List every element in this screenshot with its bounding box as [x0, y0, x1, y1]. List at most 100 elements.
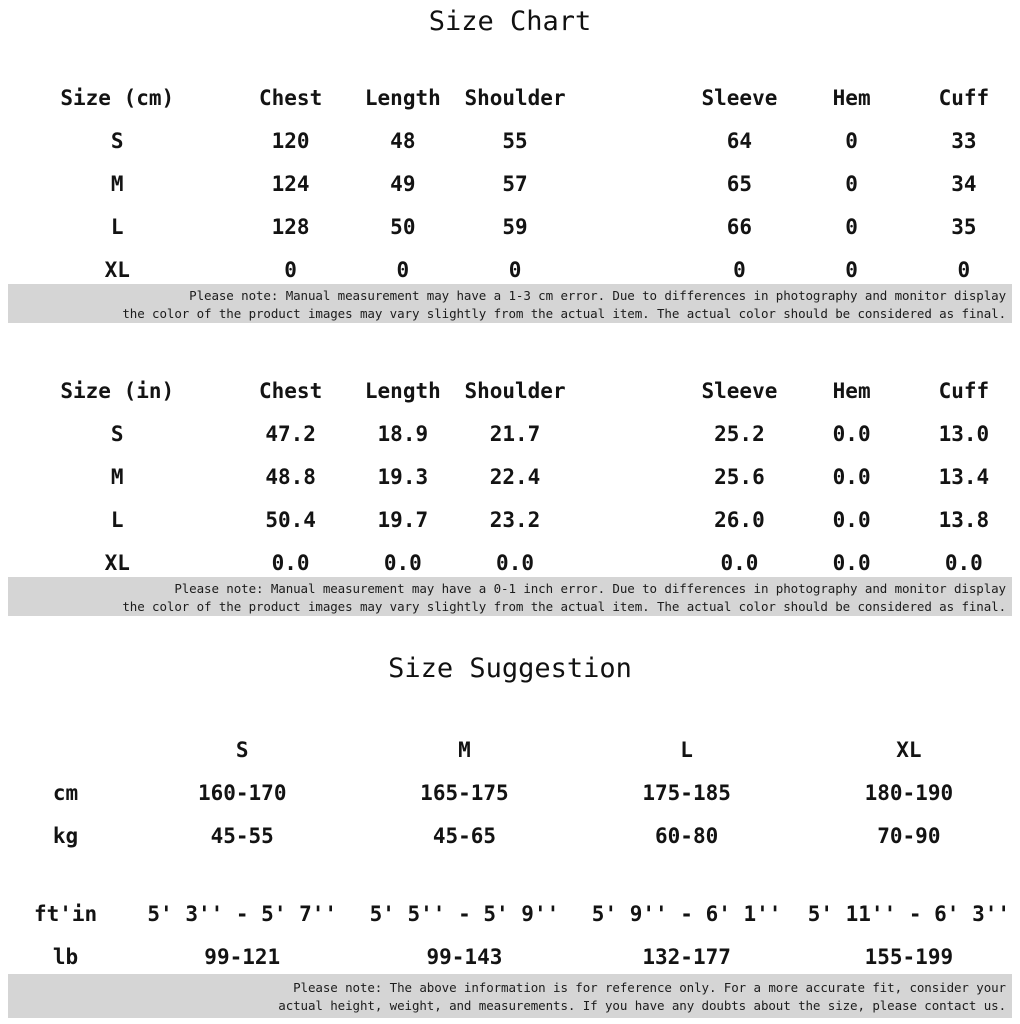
- column-header-cuff: Cuff: [938, 378, 990, 403]
- column-header-sleeve: Sleeve: [701, 85, 778, 110]
- size-chart-in-table: Size (in) Chest Length Shoulder Sleeve H…: [0, 369, 1020, 584]
- cell-spacer: [571, 119, 683, 162]
- cell-spacer: [571, 412, 683, 455]
- cell-shoulder: 59: [502, 214, 528, 239]
- table-row: S 47.2 18.9 21.7 25.2 0.0 13.0: [0, 412, 1020, 455]
- cell-size: M: [110, 464, 124, 489]
- cell-spacer: [571, 162, 683, 205]
- table-row: M 124 49 57 65 0 34: [0, 162, 1020, 205]
- cell-sleeve: 66: [726, 214, 753, 239]
- column-header-chest: Chest: [259, 85, 323, 110]
- note-line-1: Please note: Manual measurement may have…: [189, 288, 1006, 303]
- cell-size: S: [110, 421, 124, 446]
- column-header-shoulder: Shoulder: [464, 85, 566, 110]
- note-band-in: Please note: Manual measurement may have…: [8, 577, 1012, 616]
- cell-sleeve: 25.6: [714, 464, 765, 489]
- table-header-row: Size (cm) Chest Length Shoulder Sleeve H…: [0, 76, 1020, 119]
- cell-m: 99-143: [426, 944, 503, 969]
- column-header-cuff: Cuff: [938, 85, 990, 110]
- cell-l: 132-177: [642, 944, 731, 969]
- column-header-unit: [0, 728, 131, 771]
- column-header-spacer: [571, 76, 683, 119]
- column-header-m: M: [458, 737, 471, 762]
- spacer-cell: [131, 857, 353, 892]
- column-header-length: Length: [364, 378, 441, 403]
- cell-s: 160-170: [197, 780, 287, 805]
- cell-cuff: 13.4: [938, 464, 990, 489]
- note-line-2: the color of the product images may vary…: [122, 599, 1006, 614]
- cell-chest: 124: [271, 171, 310, 196]
- cell-hem: 0.0: [832, 507, 871, 532]
- cell-xl: 70-90: [877, 823, 941, 848]
- cell-hem: 0: [845, 128, 858, 153]
- spacer-cell: [353, 857, 575, 892]
- table-row-cm: cm 160-170 165-175 175-185 180-190: [0, 771, 1020, 814]
- cell-spacer: [571, 205, 683, 248]
- note-line-2: actual height, weight, and measurements.…: [278, 998, 1006, 1013]
- cell-chest: 48.8: [265, 464, 316, 489]
- cell-sleeve: 25.2: [714, 421, 765, 446]
- note-line-2: the color of the product images may vary…: [122, 306, 1006, 321]
- column-header-sleeve: Sleeve: [701, 378, 778, 403]
- column-header-xl: XL: [896, 737, 922, 762]
- cell-shoulder: 21.7: [489, 421, 541, 446]
- table-row-ftin: ft'in 5' 3'' - 5' 7'' 5' 5'' - 5' 9'' 5'…: [0, 892, 1020, 935]
- cell-l: 60-80: [655, 823, 719, 848]
- cell-chest: 47.2: [265, 421, 316, 446]
- row-label-lb: lb: [52, 944, 79, 969]
- note-band-cm: Please note: Manual measurement may have…: [8, 284, 1012, 323]
- cell-length: 48: [390, 128, 416, 153]
- cell-chest: 128: [271, 214, 310, 239]
- cell-hem: 0: [845, 171, 858, 196]
- column-header-s: S: [235, 737, 249, 762]
- table-row: M 48.8 19.3 22.4 25.6 0.0 13.4: [0, 455, 1020, 498]
- cell-cuff: 13.0: [938, 421, 990, 446]
- cell-m: 5' 5'' - 5' 9'': [369, 901, 560, 926]
- row-label-cm: cm: [52, 780, 79, 805]
- note-line-1: Please note: The above information is fo…: [293, 980, 1006, 995]
- cell-xl: 155-199: [864, 944, 954, 969]
- cell-cuff: 34: [951, 171, 977, 196]
- cell-m: 45-65: [432, 823, 497, 848]
- cell-shoulder: 55: [502, 128, 528, 153]
- cell-hem: 0: [845, 214, 858, 239]
- note-band-suggestion: Please note: The above information is fo…: [8, 974, 1012, 1018]
- page-title-size-suggestion: Size Suggestion: [388, 653, 632, 684]
- table-row: L 50.4 19.7 23.2 26.0 0.0 13.8: [0, 498, 1020, 541]
- column-header-chest: Chest: [259, 378, 323, 403]
- table-row: L 128 50 59 66 0 35: [0, 205, 1020, 248]
- cell-shoulder: 57: [502, 171, 528, 196]
- cell-hem: 0.0: [832, 421, 871, 446]
- table-header-row: S M L XL: [0, 728, 1020, 771]
- cell-length: 19.3: [377, 464, 429, 489]
- column-header-l: L: [680, 737, 693, 762]
- note-line-1: Please note: Manual measurement may have…: [174, 581, 1006, 596]
- spacer-cell: [576, 857, 798, 892]
- cell-cuff: 13.8: [938, 507, 990, 532]
- column-header-size: Size (in): [60, 378, 175, 403]
- cell-cuff: 33: [951, 128, 977, 153]
- cell-m: 165-175: [420, 780, 509, 805]
- column-header-hem: Hem: [832, 85, 871, 110]
- cell-l: 175-185: [642, 780, 731, 805]
- cell-xl: 5' 11'' - 6' 3'': [807, 901, 1011, 926]
- cell-xl: 180-190: [864, 780, 954, 805]
- cell-size: S: [110, 128, 124, 153]
- size-suggestion-table: S M L XL cm 160-170 165-175 175-185 180-…: [0, 728, 1020, 978]
- cell-length: 19.7: [377, 507, 429, 532]
- cell-cuff: 35: [951, 214, 977, 239]
- spacer-cell: [0, 857, 131, 892]
- cell-length: 50: [390, 214, 416, 239]
- cell-shoulder: 22.4: [489, 464, 541, 489]
- row-label-ftin: ft'in: [33, 901, 98, 926]
- column-header-shoulder: Shoulder: [464, 378, 566, 403]
- page-title-size-chart: Size Chart: [428, 6, 592, 37]
- cell-size: M: [110, 171, 124, 196]
- cell-sleeve: 64: [726, 128, 753, 153]
- table-header-row: Size (in) Chest Length Shoulder Sleeve H…: [0, 369, 1020, 412]
- spacer-cell: [798, 857, 1020, 892]
- table-spacer-row: [0, 857, 1020, 892]
- column-header-hem: Hem: [832, 378, 871, 403]
- cell-chest: 120: [271, 128, 310, 153]
- cell-shoulder: 23.2: [489, 507, 541, 532]
